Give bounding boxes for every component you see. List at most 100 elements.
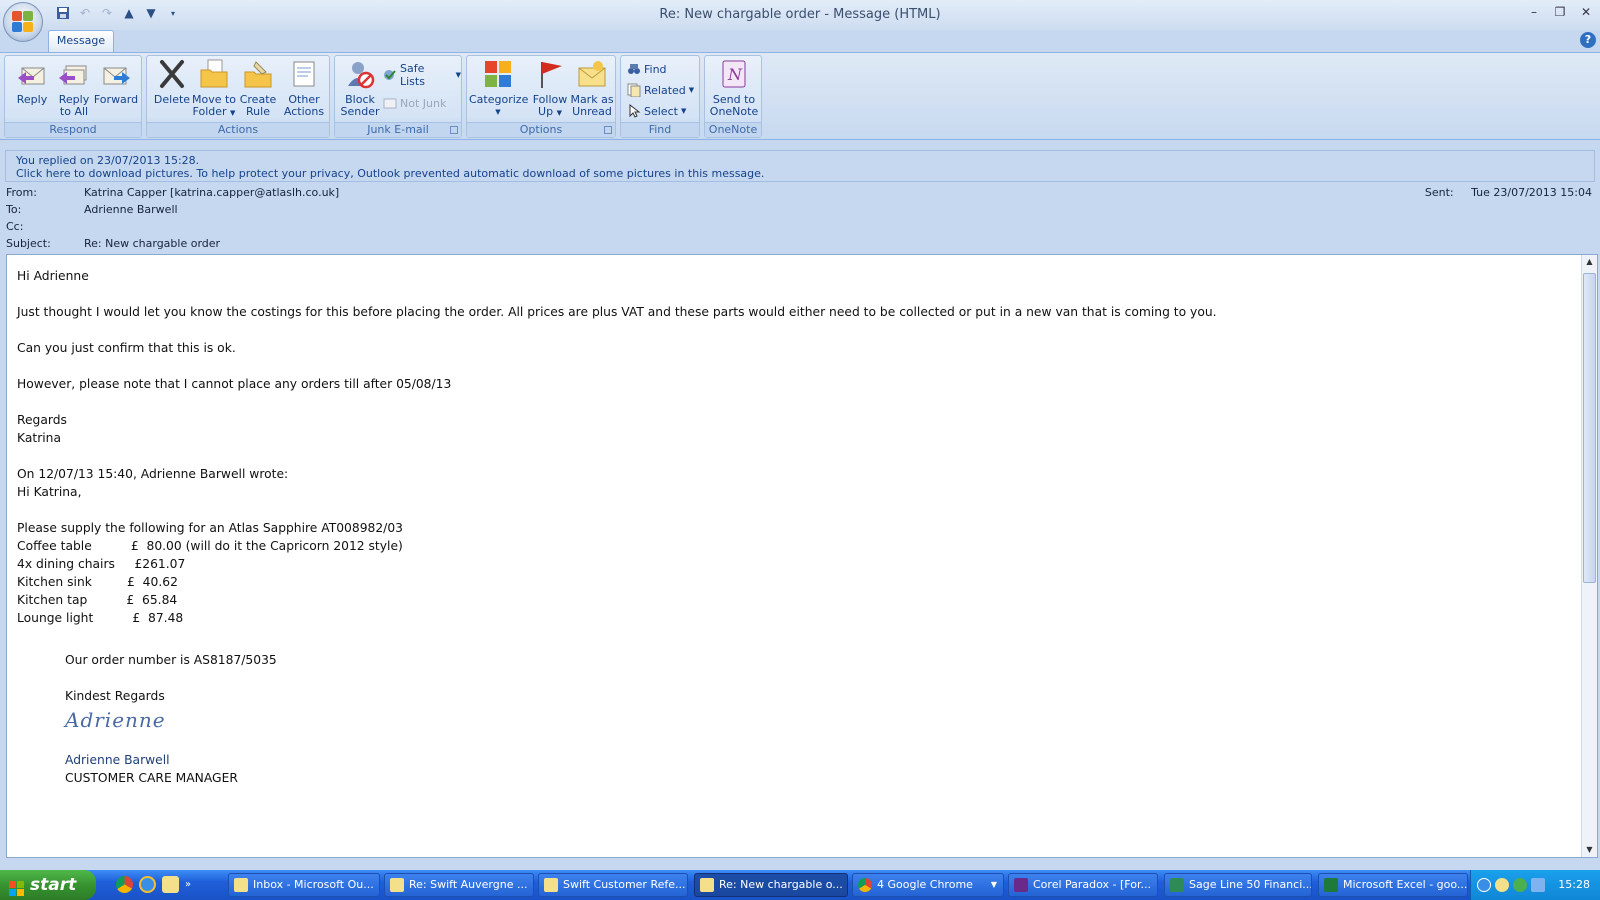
tray-network-icon[interactable] <box>1531 878 1545 892</box>
list-item: Coffee table £ 80.00 (will do it the Cap… <box>17 539 403 553</box>
tray-expand-icon[interactable] <box>1477 878 1491 892</box>
minimize-button[interactable]: – <box>1526 4 1542 20</box>
other-actions-button[interactable]: Other Actions ▼ <box>281 58 327 129</box>
to-value[interactable]: Adrienne Barwell <box>84 203 178 216</box>
sage-icon <box>1170 878 1184 892</box>
mark-as-unread-button[interactable]: Mark as Unread <box>569 58 615 120</box>
message-body-pane[interactable]: Hi Adrienne Just thought I would let you… <box>6 254 1598 858</box>
sent-label: Sent: <box>1424 186 1454 199</box>
list-item: Lounge light £ 87.48 <box>17 611 184 625</box>
quick-launch-more-icon[interactable]: » <box>185 876 191 893</box>
list-item: 4x dining chairs £261.07 <box>17 557 186 571</box>
handwritten-signature: Adrienne <box>65 708 166 732</box>
chrome-icon[interactable] <box>116 876 133 893</box>
restore-button[interactable]: ❐ <box>1552 4 1568 20</box>
list-item: Kitchen sink £ 40.62 <box>17 575 178 589</box>
mark-unread-icon <box>576 58 608 90</box>
options-dialog-launcher-icon[interactable] <box>604 126 612 134</box>
follow-up-button[interactable]: Follow Up ▼ <box>527 58 573 120</box>
quick-launch: » <box>116 876 191 893</box>
ribbon-tab-row: Message ? <box>0 30 1600 52</box>
tray-status-icon[interactable] <box>1513 878 1527 892</box>
follow-up-flag-icon <box>534 58 566 90</box>
forward-button[interactable]: Forward <box>93 58 139 120</box>
scroll-down-icon[interactable]: ▼ <box>1582 843 1597 857</box>
related-icon <box>627 83 641 98</box>
find-button[interactable]: Find <box>627 60 667 78</box>
scroll-thumb[interactable] <box>1583 273 1596 583</box>
task-label: Re: Swift Auvergne ... <box>409 878 528 891</box>
clock[interactable]: 15:28 <box>1558 878 1590 891</box>
move-to-folder-button[interactable]: Move to Folder ▼ <box>191 58 237 120</box>
safe-lists-label: Safe Lists <box>400 62 425 88</box>
download-pictures-notice[interactable]: Click here to download pictures. To help… <box>16 167 1584 180</box>
group-label-onenote: OneNote <box>705 122 761 137</box>
send-onenote-label-2: OneNote <box>709 105 759 118</box>
start-button[interactable]: start <box>0 870 96 900</box>
task-label: Corel Paradox - [For... <box>1033 878 1151 891</box>
delete-button[interactable]: Delete <box>149 58 195 120</box>
windows-flag-icon <box>9 877 25 896</box>
scroll-up-icon[interactable]: ▲ <box>1582 255 1597 269</box>
body-paragraph-2: Can you just confirm that this is ok. <box>17 341 236 355</box>
group-junk-email: Block Sender Safe Lists ▼ Not Junk Junk E… <box>334 55 462 138</box>
send-to-onenote-button[interactable]: N Send to OneNote <box>709 58 759 120</box>
info-bar[interactable]: You replied on 23/07/2013 15:28. Click h… <box>5 150 1595 182</box>
taskbar-item-sage-line-50[interactable]: Sage Line 50 Financi... <box>1164 873 1312 897</box>
body-paragraph-3: However, please note that I cannot place… <box>17 377 452 391</box>
signature-name: Adrienne Barwell <box>65 753 170 767</box>
taskbar-item-inbox[interactable]: Inbox - Microsoft Ou... <box>228 873 380 897</box>
office-logo-icon <box>12 11 34 33</box>
taskbar-item-swift-customer[interactable]: Swift Customer Refe... <box>538 873 688 897</box>
outlook-icon[interactable] <box>162 876 179 893</box>
taskbar-item-swift-auvergne[interactable]: Re: Swift Auvergne ... <box>384 873 534 897</box>
to-label: To: <box>6 203 22 216</box>
group-respond: Reply Reply to All Forward Respond <box>4 55 142 138</box>
subject-value: Re: New chargable order <box>84 237 221 250</box>
start-label: start <box>30 875 77 895</box>
vertical-scrollbar[interactable]: ▲ ▼ <box>1581 255 1597 857</box>
taskbar-item-microsoft-excel[interactable]: Microsoft Excel - goo... <box>1318 873 1468 897</box>
task-label: 4 Google Chrome <box>877 878 973 891</box>
junk-dialog-launcher-icon[interactable] <box>450 126 458 134</box>
task-label: Sage Line 50 Financi... <box>1189 878 1312 891</box>
create-rule-button[interactable]: Create Rule <box>235 58 281 120</box>
reply-icon <box>16 58 48 90</box>
tray-outlook-icon[interactable] <box>1495 878 1509 892</box>
tab-message[interactable]: Message <box>48 30 114 52</box>
quote-header: On 12/07/13 15:40, Adrienne Barwell wrot… <box>17 467 289 481</box>
forward-icon <box>100 58 132 90</box>
close-button[interactable]: ✕ <box>1578 4 1594 20</box>
group-label-find: Find <box>621 122 699 137</box>
forward-label: Forward <box>93 93 139 106</box>
categorize-button[interactable]: Categorize ▼ <box>469 58 528 120</box>
folder-move-icon <box>198 58 230 90</box>
block-sender-button[interactable]: Block Sender <box>337 58 383 120</box>
group-find: Find Related ▼ Select ▼ Find <box>620 55 700 138</box>
sent-info: Sent: Tue 23/07/2013 15:04 <box>1425 186 1592 199</box>
categorize-dropdown-icon: ▼ <box>495 108 501 116</box>
related-button[interactable]: Related ▼ <box>627 81 694 99</box>
reply-all-button[interactable]: Reply to All <box>51 58 97 120</box>
office-button[interactable] <box>3 2 43 42</box>
taskbar-item-google-chrome[interactable]: 4 Google Chrome ▼ <box>852 873 1004 897</box>
taskbar-item-corel-paradox[interactable]: Corel Paradox - [For... <box>1008 873 1158 897</box>
from-value[interactable]: Katrina Capper [katrina.capper@atlaslh.c… <box>84 186 339 199</box>
reply-button[interactable]: Reply <box>9 58 55 120</box>
select-button[interactable]: Select ▼ <box>627 102 686 120</box>
taskbar-item-new-chargable-order[interactable]: Re: New chargable o... <box>694 873 848 897</box>
create-rule-icon <box>242 58 274 90</box>
select-label: Select <box>644 104 678 118</box>
window-controls: – ❐ ✕ <box>1526 4 1594 20</box>
internet-explorer-icon[interactable] <box>139 876 156 893</box>
order-number: Our order number is AS8187/5035 <box>65 653 277 667</box>
kindest-regards: Kindest Regards <box>65 689 165 703</box>
svg-text:N: N <box>727 65 743 84</box>
help-icon[interactable]: ? <box>1580 32 1596 48</box>
signature-title: CUSTOMER CARE MANAGER <box>65 771 238 785</box>
mail-icon <box>700 878 714 892</box>
not-junk-button[interactable]: Not Junk <box>383 94 446 112</box>
move-to-folder-label-2: Folder ▼ <box>192 105 236 118</box>
safe-lists-button[interactable]: Safe Lists ▼ <box>383 62 461 88</box>
onenote-icon: N <box>718 58 750 90</box>
